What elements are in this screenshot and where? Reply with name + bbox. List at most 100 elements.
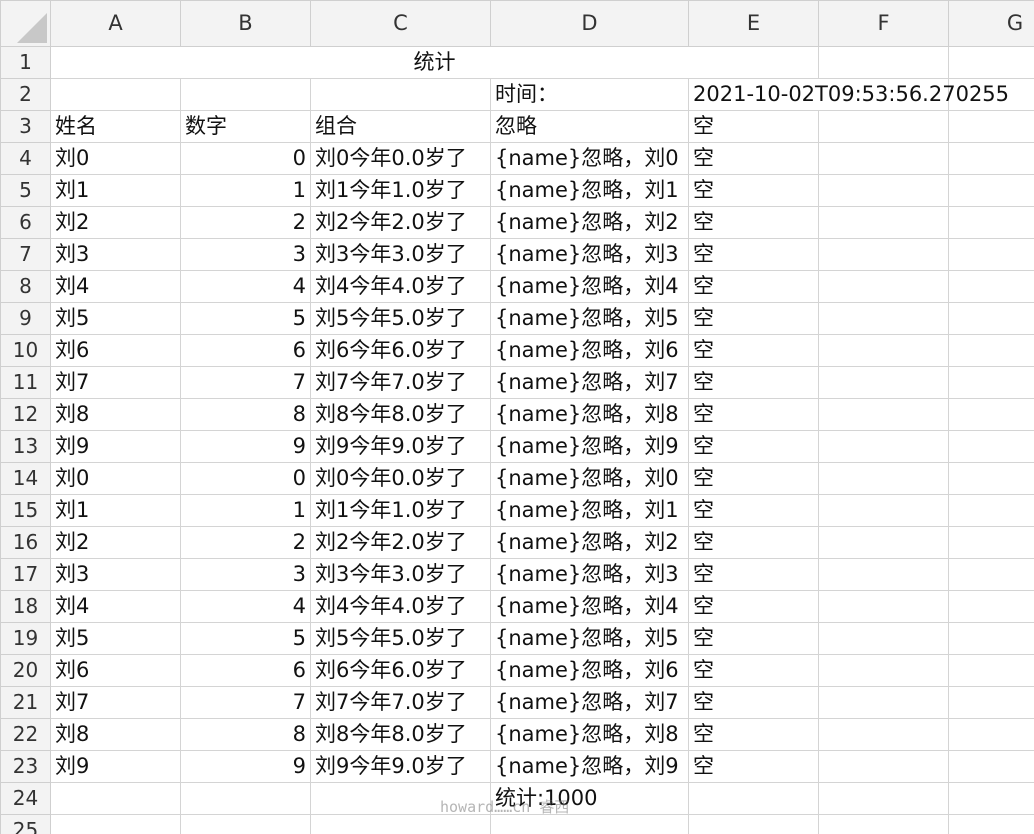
ignore-cell[interactable]: {name}忽略，刘6 [490,334,689,367]
combo-cell[interactable]: 刘0今年0.0岁了 [310,142,491,175]
row-header[interactable]: 10 [0,334,51,367]
combo-cell[interactable]: 刘0今年0.0岁了 [310,462,491,495]
cell[interactable] [50,78,181,111]
row-header[interactable]: 1 [0,46,51,79]
name-cell[interactable]: 刘6 [50,334,181,367]
cell[interactable] [948,558,1034,591]
number-cell[interactable]: 1 [180,494,311,527]
empty-cell[interactable]: 空 [688,718,819,751]
name-cell[interactable]: 刘1 [50,174,181,207]
number-cell[interactable]: 3 [180,558,311,591]
empty-cell[interactable]: 空 [688,142,819,175]
cell[interactable] [948,302,1034,335]
number-cell[interactable]: 9 [180,430,311,463]
cell[interactable] [180,782,311,815]
cell[interactable] [948,366,1034,399]
name-cell[interactable]: 刘2 [50,206,181,239]
empty-cell[interactable]: 空 [688,302,819,335]
title-cell[interactable]: 统计 [50,46,819,79]
empty-cell[interactable]: 空 [688,494,819,527]
cell[interactable] [948,46,1034,79]
cell[interactable] [818,750,949,783]
row-header[interactable]: 5 [0,174,51,207]
row-header[interactable]: 15 [0,494,51,527]
cell[interactable] [948,686,1034,719]
name-cell[interactable]: 刘2 [50,526,181,559]
combo-cell[interactable]: 刘2今年2.0岁了 [310,206,491,239]
cell[interactable] [180,814,311,834]
combo-cell[interactable]: 刘9今年9.0岁了 [310,750,491,783]
cell[interactable] [50,814,181,834]
name-cell[interactable]: 刘3 [50,558,181,591]
name-cell[interactable]: 刘5 [50,302,181,335]
time-value-cell[interactable]: 2021-10-02T09:53:56.270255 [688,78,1009,111]
combo-cell[interactable]: 刘7今年7.0岁了 [310,686,491,719]
combo-cell[interactable]: 刘2今年2.0岁了 [310,526,491,559]
combo-cell[interactable]: 刘7今年7.0岁了 [310,366,491,399]
cell[interactable] [818,558,949,591]
combo-cell[interactable]: 刘9今年9.0岁了 [310,430,491,463]
number-cell[interactable]: 5 [180,622,311,655]
number-cell[interactable]: 6 [180,654,311,687]
time-label-cell[interactable]: 时间： [490,78,689,111]
name-cell[interactable]: 刘8 [50,398,181,431]
cell[interactable] [818,654,949,687]
number-cell[interactable]: 4 [180,270,311,303]
number-cell[interactable]: 7 [180,366,311,399]
row-header[interactable]: 23 [0,750,51,783]
row-header[interactable]: 7 [0,238,51,271]
row-header[interactable]: 21 [0,686,51,719]
summary-cell[interactable]: 统计:1000 [490,782,689,815]
combo-cell[interactable]: 刘3今年3.0岁了 [310,558,491,591]
cell[interactable] [948,526,1034,559]
cell[interactable] [948,654,1034,687]
ignore-cell[interactable]: {name}忽略，刘1 [490,494,689,527]
cell[interactable] [818,398,949,431]
combo-cell[interactable]: 刘4今年4.0岁了 [310,590,491,623]
empty-cell[interactable]: 空 [688,462,819,495]
empty-cell[interactable]: 空 [688,366,819,399]
number-cell[interactable]: 9 [180,750,311,783]
number-cell[interactable]: 0 [180,462,311,495]
ignore-cell[interactable]: {name}忽略，刘0 [490,462,689,495]
empty-cell[interactable]: 空 [688,622,819,655]
ignore-cell[interactable]: {name}忽略，刘7 [490,686,689,719]
combo-cell[interactable]: 刘1今年1.0岁了 [310,494,491,527]
row-header[interactable]: 19 [0,622,51,655]
name-cell[interactable]: 刘0 [50,462,181,495]
cell[interactable] [948,174,1034,207]
cell[interactable] [818,174,949,207]
row-header[interactable]: 6 [0,206,51,239]
cell[interactable] [688,814,819,834]
cell[interactable] [818,206,949,239]
empty-cell[interactable]: 空 [688,654,819,687]
number-cell[interactable]: 0 [180,142,311,175]
name-cell[interactable]: 刘6 [50,654,181,687]
column-header-a[interactable]: A [50,0,181,47]
empty-cell[interactable]: 空 [688,174,819,207]
column-header-b[interactable]: B [180,0,311,47]
empty-cell[interactable]: 空 [688,334,819,367]
column-header-g[interactable]: G [948,0,1034,47]
cell[interactable] [948,430,1034,463]
cell[interactable] [948,110,1034,143]
header-number-cell[interactable]: 数字 [180,110,311,143]
cell[interactable] [688,782,819,815]
cell[interactable] [310,814,491,834]
name-cell[interactable]: 刘5 [50,622,181,655]
empty-cell[interactable]: 空 [688,430,819,463]
cell[interactable] [818,782,949,815]
cell[interactable] [948,238,1034,271]
cell[interactable] [310,782,491,815]
empty-cell[interactable]: 空 [688,238,819,271]
empty-cell[interactable]: 空 [688,206,819,239]
cell[interactable] [948,398,1034,431]
cell[interactable] [818,302,949,335]
ignore-cell[interactable]: {name}忽略，刘0 [490,142,689,175]
cell[interactable] [948,782,1034,815]
header-empty-cell[interactable]: 空 [688,110,819,143]
combo-cell[interactable]: 刘8今年8.0岁了 [310,398,491,431]
row-header[interactable]: 4 [0,142,51,175]
row-header[interactable]: 8 [0,270,51,303]
combo-cell[interactable]: 刘6今年6.0岁了 [310,334,491,367]
